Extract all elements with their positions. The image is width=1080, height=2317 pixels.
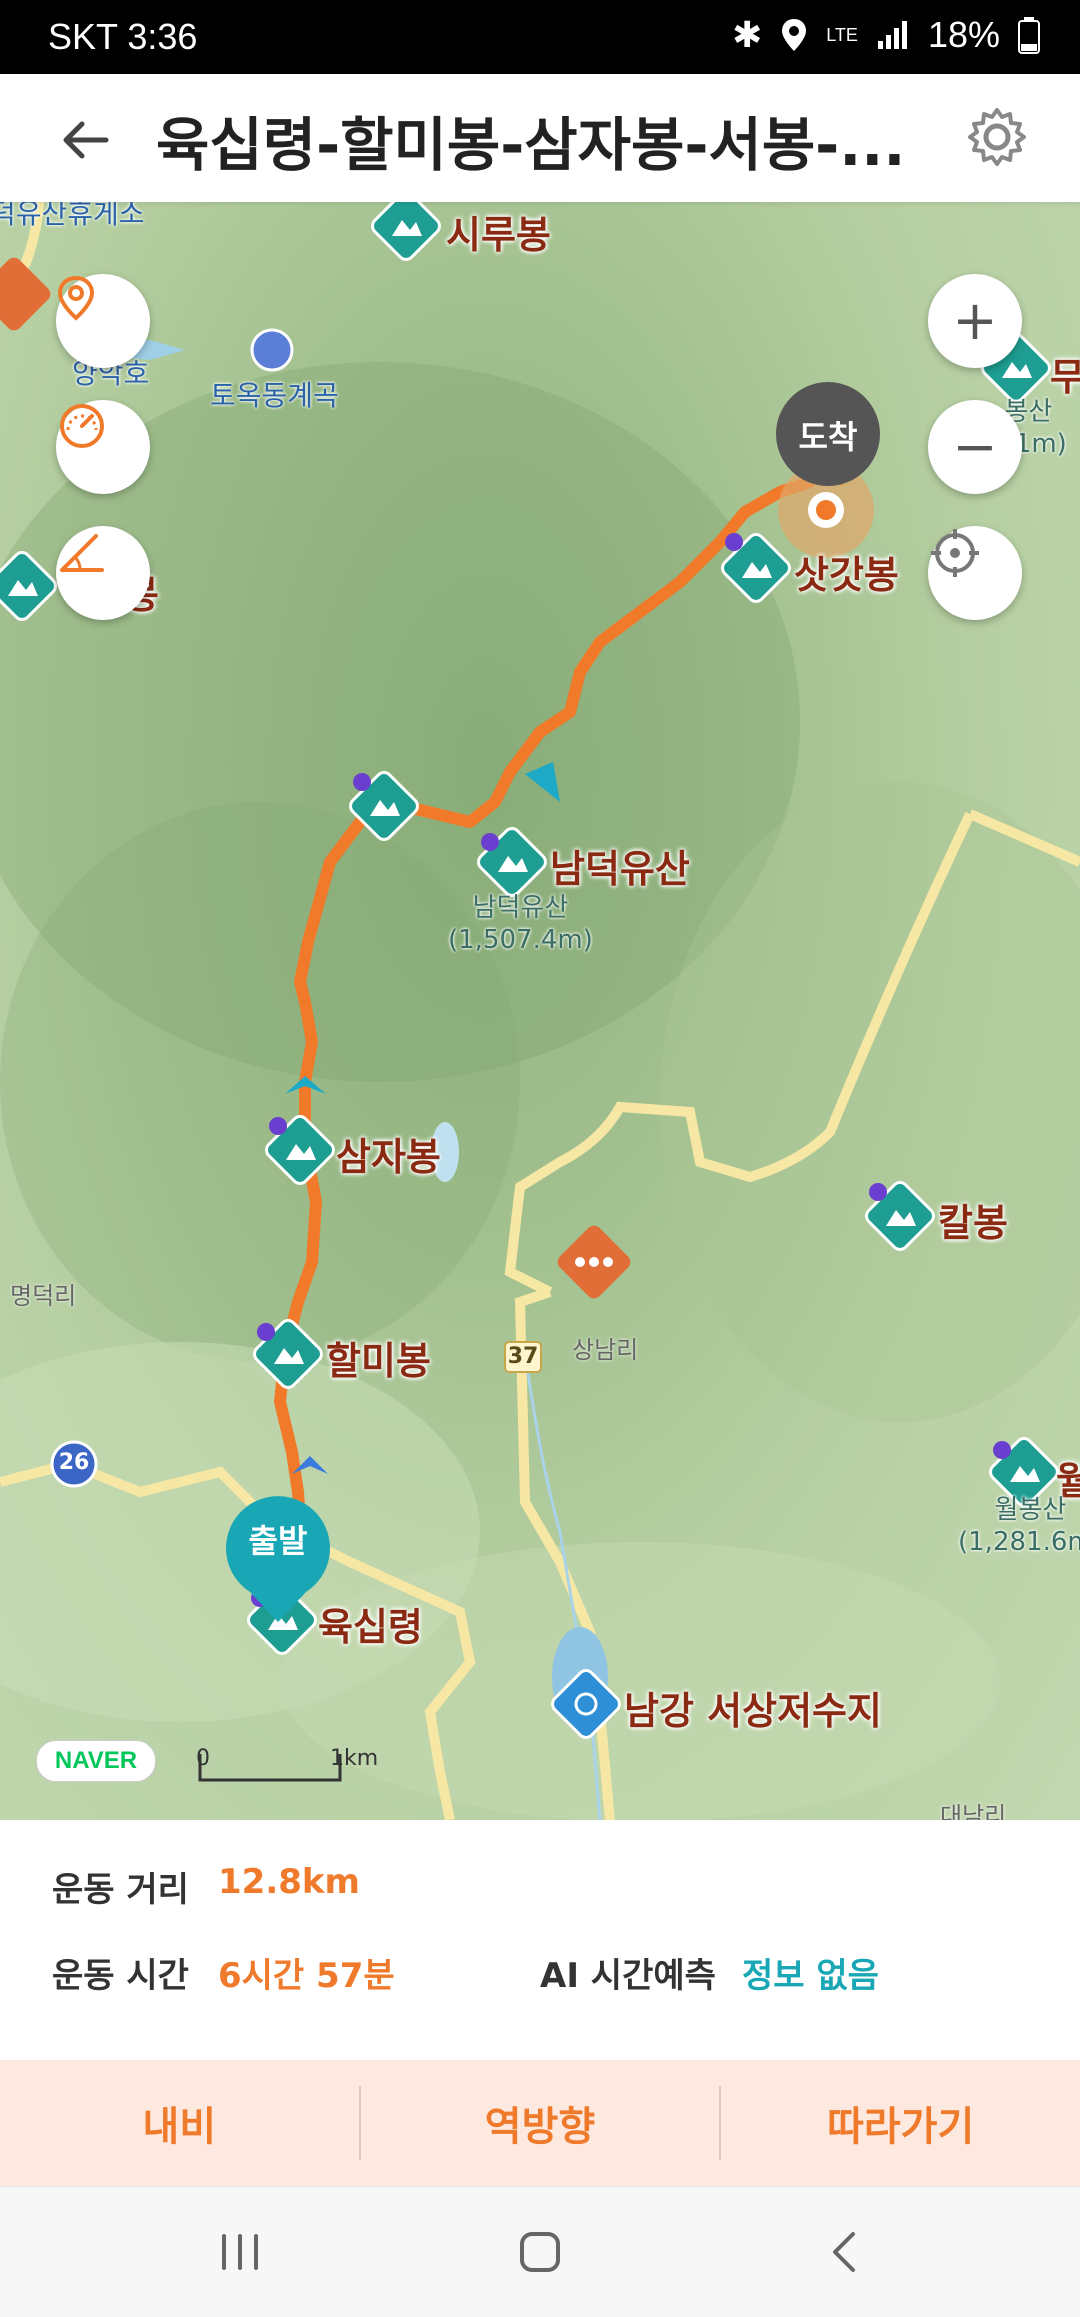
peak-label-sirubong: 시루봉: [446, 213, 551, 257]
peak-label-satgatbong: 삿갓봉: [794, 553, 899, 597]
ai-value: 정보 없음: [742, 1956, 879, 1996]
route-stats-panel: 운동 거리 12.8km 운동 시간 6시간 57분 AI 시간예측 정보 없음: [0, 1820, 1080, 2060]
peak-label-kalbong: 칼봉: [938, 1201, 1008, 1245]
place-label-sangnamri: 상남리: [572, 1336, 639, 1364]
battery-percent: 18%: [927, 14, 1000, 55]
route-26-label: 26: [58, 1450, 90, 1475]
carrier-time: SKT 3:36: [48, 16, 198, 57]
zoom-out-button[interactable]: −: [928, 400, 1022, 494]
back-chevron-icon: [833, 2232, 855, 2272]
signal-icon: [877, 21, 907, 49]
status-bar: SKT 3:36 ✱ LTE 18%: [0, 0, 1080, 74]
peak-marker-sirubong: [371, 202, 441, 261]
time-label: 운동 시간: [52, 1956, 189, 1996]
minus-icon: −: [952, 415, 998, 478]
scale-end: 1km: [330, 1746, 379, 1771]
landmark-icon: [250, 328, 294, 372]
bluetooth-icon: ✱: [732, 14, 763, 55]
app-bar: 육십령-할미봉-삼자봉-서봉-...: [0, 74, 1080, 202]
edge-label-mu: 무: [1050, 355, 1080, 399]
action-bar: 내비 역방향 따라가기: [0, 2060, 1080, 2186]
follow-button[interactable]: 따라가기: [721, 2060, 1080, 2186]
time-value: 6시간 57분: [218, 1956, 395, 1996]
system-nav-bar: [0, 2186, 1080, 2317]
arrival-label: 도착: [798, 418, 858, 456]
lte-icon: LTE: [826, 25, 858, 45]
location-pin-icon: [57, 275, 95, 321]
zoom-in-button[interactable]: +: [928, 274, 1022, 368]
speedometer-icon: [60, 404, 104, 448]
route-37-label: 37: [507, 1344, 539, 1369]
namdeokyusan-sublabel: 남덕유산 (1,507.4m): [448, 893, 593, 955]
location-pin-button[interactable]: [56, 274, 150, 368]
battery-icon: [1018, 17, 1040, 54]
recent-apps-button[interactable]: [200, 2219, 280, 2285]
slope-icon: [60, 534, 104, 572]
naver-logo: NAVER: [36, 1740, 156, 1782]
peak-label-reservoir: 남강 서상저수지: [624, 1689, 882, 1733]
place-label-daenamri: 대남리: [940, 1802, 1007, 1820]
peak-label-yuksipryeong: 육십령: [318, 1605, 423, 1649]
peak-label-halmibong: 할미봉: [326, 1339, 431, 1383]
navi-button[interactable]: 내비: [0, 2060, 359, 2186]
map-canvas: [0, 202, 1080, 1820]
speed-gauge-button[interactable]: [56, 400, 150, 494]
gear-icon[interactable]: [964, 104, 1030, 170]
elevation-button[interactable]: [56, 526, 150, 620]
departure-label: 출발: [248, 1522, 308, 1560]
distance-label: 운동 거리: [52, 1870, 189, 1910]
back-nav-button[interactable]: [804, 2219, 884, 2285]
scale-start: 0: [196, 1746, 210, 1771]
peak-label-samjabong: 삼자봉: [336, 1135, 441, 1179]
back-arrow-icon[interactable]: [56, 110, 116, 170]
reverse-button[interactable]: 역방향: [361, 2060, 720, 2186]
crosshair-icon: [931, 529, 979, 577]
home-button[interactable]: [500, 2219, 580, 2285]
place-label-rest-area: 덕유산휴게소: [0, 202, 145, 230]
plus-icon: +: [952, 289, 998, 352]
distance-value: 12.8km: [218, 1862, 360, 1902]
peak-label-namdeokyusan: 남덕유산: [550, 847, 690, 891]
map-view[interactable]: 시루봉 삿갓봉 남덕유산 삼자봉 칼봉 할미봉 육십령 남강 서상저수지 무 월…: [0, 202, 1080, 1820]
home-icon: [520, 2232, 560, 2272]
recent-apps-icon: [222, 2234, 258, 2270]
ai-label: AI 시간예측: [540, 1956, 716, 1996]
page-title: 육십령-할미봉-삼자봉-서봉-...: [156, 111, 906, 179]
place-label-todokdong: 토옥동계곡: [210, 379, 339, 412]
location-icon: [782, 19, 807, 51]
current-location-button[interactable]: [928, 526, 1022, 620]
wolbongsan-sublabel: 월봉산 (1,281.6m): [958, 1495, 1080, 1557]
place-label-myeongdeokri: 명덕리: [10, 1282, 77, 1310]
